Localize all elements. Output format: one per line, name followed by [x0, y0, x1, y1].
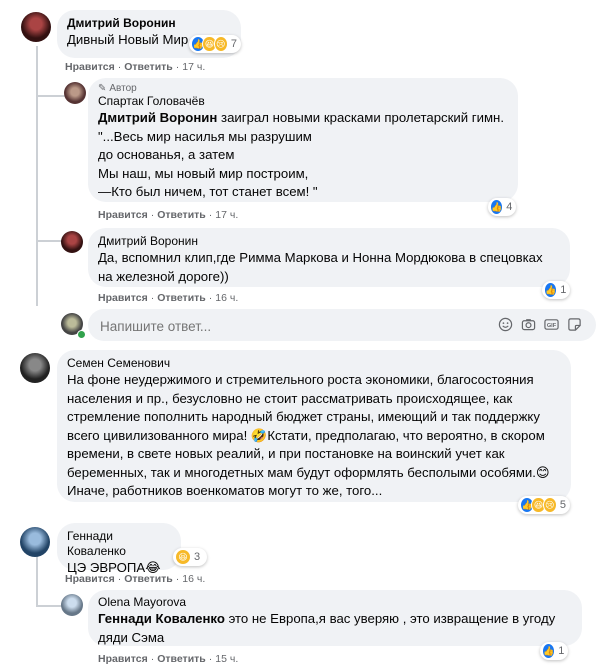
comment-line: беременных, так и многодетных мам будут …	[67, 464, 550, 480]
comment-line: до основанья, а затем	[98, 147, 235, 162]
comment-actions: Нравится · Ответить · 17 ч.	[65, 61, 206, 73]
comment-text: Геннади Коваленко это не Европа,я вас ув…	[98, 611, 556, 626]
timestamp[interactable]: 16 ч.	[215, 292, 238, 304]
comment-line: —Кто был ничем, тот станет всем! "	[98, 184, 318, 199]
timestamp[interactable]: 17 ч.	[182, 61, 205, 73]
comment-line: "...Весь мир насилья мы разрушим	[98, 128, 312, 144]
comment-line: На фоне неудержимого и стремительного ро…	[67, 372, 534, 387]
mention-link[interactable]: Дмитрий Воронин	[98, 110, 217, 125]
camera-icon[interactable]	[521, 317, 536, 332]
mention-link[interactable]: Геннади Коваленко	[98, 611, 225, 626]
like-button[interactable]: Нравится	[98, 209, 148, 221]
timestamp[interactable]: 16 ч.	[182, 573, 205, 585]
comment-line: на железной дороге))	[98, 268, 229, 284]
reaction-summary[interactable]: 👍 1	[542, 281, 570, 299]
comment-bubble: Дмитрий Воронин Да, вспомнил клип,где Ри…	[88, 228, 570, 287]
timestamp[interactable]: 17 ч.	[215, 209, 238, 221]
comment-line: населения и пр., безусловно не стоит рас…	[67, 390, 513, 406]
comment-actions: Нравится · Ответить · 15 ч.	[98, 653, 239, 665]
reply-input-box[interactable]: GIF	[88, 309, 596, 341]
reaction-count: 7	[230, 38, 238, 50]
like-button[interactable]: Нравится	[98, 653, 148, 665]
thread-line	[36, 95, 66, 97]
reaction-count: 5	[559, 499, 567, 511]
reaction-summary[interactable]: 👍 4	[488, 198, 516, 216]
reaction-count: 3	[194, 551, 201, 563]
sad-reaction-icon: 😢	[213, 36, 228, 52]
comment-actions: Нравится · Ответить · 17 ч.	[98, 209, 239, 221]
comment-author[interactable]: Геннади Коваленко	[67, 529, 171, 559]
comment-line: Да, вспомнил клип,где Римма Маркова и Но…	[98, 250, 543, 265]
reaction-summary[interactable]: 👍 😆 😢 5	[518, 496, 570, 514]
reaction-count: 1	[558, 645, 565, 657]
reply-button[interactable]: Ответить	[157, 209, 206, 221]
reaction-count: 4	[506, 201, 513, 213]
comment-text: Дмитрий Воронин заиграл новыми красками …	[98, 110, 504, 125]
avatar[interactable]	[61, 231, 83, 253]
avatar[interactable]	[20, 353, 50, 383]
haha-reaction-icon: 😆	[175, 549, 191, 565]
svg-text:GIF: GIF	[547, 323, 557, 329]
comment-line: Мы наш, мы новый мир построим,	[98, 165, 309, 181]
like-reaction-icon: 👍	[544, 282, 558, 298]
reaction-summary[interactable]: 😆 3	[173, 548, 207, 566]
like-reaction-icon: 👍	[542, 643, 556, 659]
comment-bubble: Olena Mayorova Геннади Коваленко это не …	[88, 590, 582, 646]
reply-button[interactable]: Ответить	[157, 292, 206, 304]
comment-author[interactable]: Семен Семенович	[67, 356, 561, 371]
reply-button[interactable]: Ответить	[157, 653, 206, 665]
reply-button[interactable]: Ответить	[124, 573, 173, 585]
thread-line	[36, 46, 38, 306]
comment-bubble: ✎ Автор Спартак Головачёв Дмитрий Ворони…	[88, 78, 518, 202]
gif-icon[interactable]: GIF	[544, 317, 559, 332]
online-status-dot	[77, 330, 86, 339]
avatar[interactable]	[64, 82, 86, 104]
avatar[interactable]	[20, 527, 50, 557]
pen-icon: ✎	[98, 83, 107, 94]
reaction-count: 1	[560, 284, 567, 296]
reaction-summary[interactable]: 👍 1	[540, 642, 568, 660]
avatar[interactable]	[61, 594, 83, 616]
comment-actions: Нравится · Ответить · 16 ч.	[65, 573, 206, 585]
comment-author[interactable]: Дмитрий Воронин	[98, 234, 560, 249]
like-button[interactable]: Нравится	[65, 573, 115, 585]
comment-author[interactable]: Спартак Головачёв	[98, 94, 508, 109]
comment-bubble: Геннади Коваленко ЦЭ ЭВРОПА😂	[57, 523, 181, 575]
reply-input[interactable]	[98, 316, 482, 336]
comment-actions: Нравится · Ответить · 16 ч.	[98, 292, 239, 304]
comment-bubble: Семен Семенович На фоне неудержимого и с…	[57, 350, 571, 502]
smiley-icon[interactable]	[498, 317, 513, 332]
like-button[interactable]: Нравится	[98, 292, 148, 304]
sticker-icon[interactable]	[567, 317, 582, 332]
comment-line: Иначе, работников военкоматов могут то ж…	[67, 483, 383, 498]
reaction-summary[interactable]: 👍 😆 😢 7	[189, 35, 241, 53]
comment-author[interactable]: Olena Mayorova	[98, 595, 572, 610]
author-badge: ✎ Автор	[98, 83, 137, 94]
comment-line: стремление пополнить народный бюджет стр…	[67, 409, 540, 424]
sad-reaction-icon: 😢	[542, 497, 557, 513]
comment-line: времени, в свете новых реалий, и при пос…	[67, 446, 505, 461]
like-button[interactable]: Нравится	[65, 61, 115, 73]
comment-author[interactable]: Дмитрий Воронин	[67, 16, 231, 31]
comment-line: всего цивилизованного мира! 🤣Кстати, пре…	[67, 427, 545, 443]
thread-line	[36, 554, 38, 606]
reply-button[interactable]: Ответить	[124, 61, 173, 73]
avatar[interactable]	[21, 12, 51, 42]
timestamp[interactable]: 15 ч.	[215, 653, 238, 665]
like-reaction-icon: 👍	[490, 199, 504, 215]
comment-line: дяди Сэма	[98, 629, 165, 645]
